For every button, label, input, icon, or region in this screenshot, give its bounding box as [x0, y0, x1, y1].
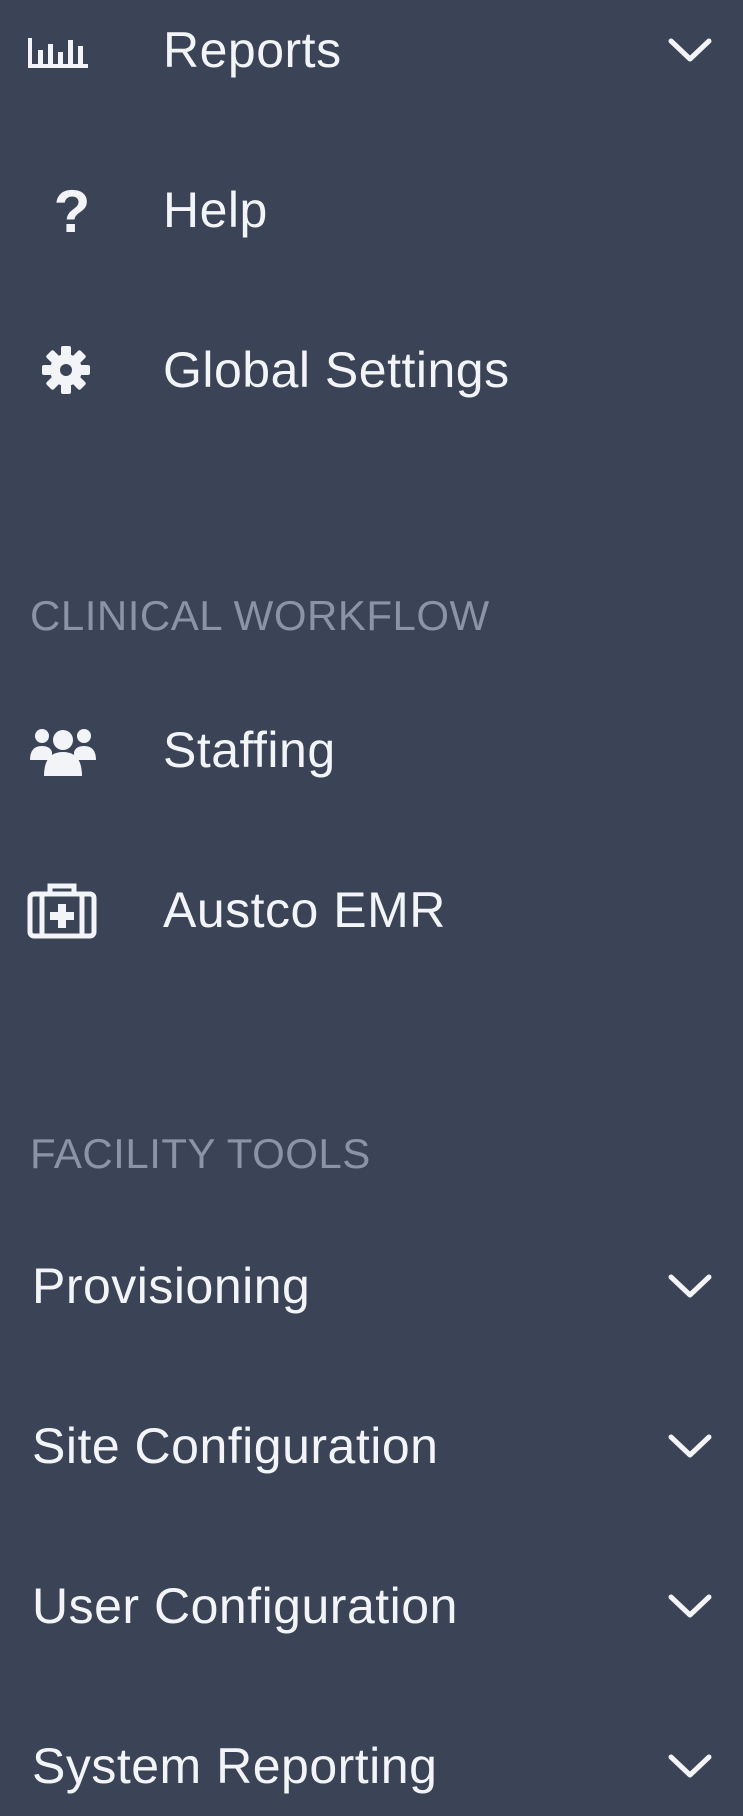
sidebar-item-global-settings[interactable]: Global Settings	[0, 310, 743, 430]
sidebar-item-label: Global Settings	[163, 342, 510, 398]
sidebar-item-label: Site Configuration	[32, 1418, 439, 1474]
sidebar-item-help[interactable]: ? Help	[0, 150, 743, 270]
question-icon: ?	[26, 180, 100, 240]
chevron-down-icon[interactable]	[667, 1591, 713, 1621]
sidebar: Reports ? Help Global Settings CLINICAL …	[0, 0, 743, 1816]
sidebar-item-staffing[interactable]: Staffing	[0, 690, 743, 810]
chevron-down-icon[interactable]	[667, 1431, 713, 1461]
sidebar-item-label: Austco EMR	[163, 882, 446, 938]
chevron-down-icon[interactable]	[667, 35, 713, 65]
sidebar-item-label: User Configuration	[32, 1578, 458, 1634]
users-icon	[26, 720, 100, 780]
sidebar-item-label: Staffing	[163, 722, 336, 778]
bar-chart-icon	[26, 20, 100, 80]
sidebar-item-reports[interactable]: Reports	[0, 0, 743, 110]
chevron-down-icon[interactable]	[667, 1271, 713, 1301]
sidebar-item-provisioning[interactable]: Provisioning	[0, 1226, 743, 1346]
medical-kit-icon	[26, 880, 100, 940]
sidebar-item-label: System Reporting	[32, 1738, 438, 1794]
gear-icon	[26, 340, 100, 400]
sidebar-item-label: Provisioning	[32, 1258, 311, 1314]
sidebar-item-site-configuration[interactable]: Site Configuration	[0, 1386, 743, 1506]
svg-text:?: ?	[54, 180, 91, 240]
chevron-down-icon[interactable]	[667, 1751, 713, 1781]
sidebar-item-label: Reports	[163, 22, 342, 78]
sidebar-item-system-reporting[interactable]: System Reporting	[0, 1706, 743, 1816]
sidebar-item-label: Help	[163, 182, 268, 238]
section-header-clinical-workflow: CLINICAL WORKFLOW	[30, 592, 490, 639]
section-header-facility-tools: FACILITY TOOLS	[30, 1130, 371, 1177]
sidebar-item-user-configuration[interactable]: User Configuration	[0, 1546, 743, 1666]
sidebar-item-austco-emr[interactable]: Austco EMR	[0, 850, 743, 970]
